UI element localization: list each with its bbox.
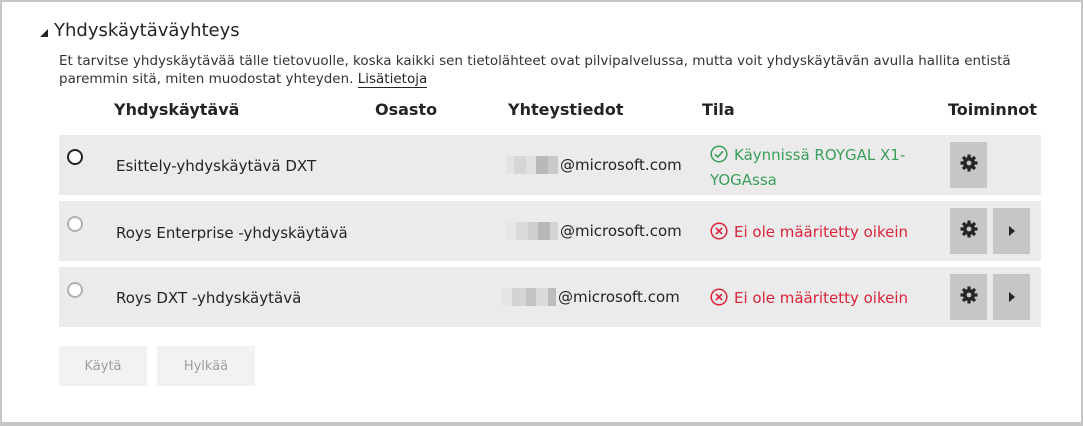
contact-info: @microsoft.com [506,222,682,240]
x-circle-icon [710,222,728,246]
gear-icon [959,153,979,177]
gateway-connection-panel: Yhdyskäytäväyhteys Et tarvitse yhdyskäyt… [0,0,1083,426]
radio-icon[interactable] [67,282,83,298]
gateway-row[interactable]: Roys DXT -yhdyskäytävä @microsoft.com Ei… [59,267,1041,327]
column-header-status: Tila [702,100,735,119]
column-header-gateway: Yhdyskäytävä [114,100,240,119]
gear-icon [959,285,979,309]
column-header-contact: Yhteystiedot [508,100,624,119]
x-circle-icon [710,288,728,312]
contact-domain: @microsoft.com [558,288,680,306]
settings-button[interactable] [950,208,987,254]
radio-icon[interactable] [67,149,83,165]
expand-button[interactable] [993,274,1030,320]
contact-info: @microsoft.com [506,156,682,174]
gear-icon [959,219,979,243]
contact-domain: @microsoft.com [560,222,682,240]
apply-button[interactable]: Käytä [59,346,147,386]
caret-down-icon[interactable] [40,28,48,37]
gateway-row[interactable]: Roys Enterprise -yhdyskäytävä @microsoft… [59,201,1041,261]
settings-button[interactable] [950,274,987,320]
section-description: Et tarvitse yhdyskäytävää tälle tietovuo… [59,52,1039,88]
status-text-line1: Ei ole määritetty oikein [734,289,909,307]
description-text: Et tarvitse yhdyskäytävää tälle tietovuo… [59,53,1011,87]
redacted-email [502,288,556,306]
section-title: Yhdyskäytäväyhteys [54,20,240,41]
expand-button[interactable] [993,208,1030,254]
learn-more-link[interactable]: Lisätietoja [357,71,428,88]
column-header-actions: Toiminnot [948,100,1037,119]
gateway-name: Esittely-yhdyskäytävä DXT [116,157,317,175]
gateway-name: Roys Enterprise -yhdyskäytävä [116,224,348,242]
contact-domain: @microsoft.com [560,156,682,174]
gateway-name: Roys DXT -yhdyskäytävä [116,289,302,307]
discard-button[interactable]: Hylkää [157,346,255,386]
gateway-row[interactable]: Esittely-yhdyskäytävä DXT @microsoft.com… [59,135,1041,195]
chevron-right-icon [1007,288,1017,307]
chevron-right-icon [1007,222,1017,241]
status-error: Ei ole määritetty oikein [710,287,930,312]
status-text-line1: Ei ole määritetty oikein [734,223,909,241]
settings-button[interactable] [950,142,987,188]
radio-icon[interactable] [67,216,83,232]
status-text-line2: YOGAssa [710,171,777,189]
column-header-department: Osasto [375,100,438,119]
status-text-line1: Käynnissä ROYGAL X1- [734,146,906,164]
redacted-email [506,222,558,240]
status-error: Ei ole määritetty oikein [710,221,930,246]
check-circle-icon [710,145,728,169]
section-header[interactable]: Yhdyskäytäväyhteys [40,20,240,41]
contact-info: @microsoft.com [502,288,680,306]
redacted-email [506,156,558,174]
status-ok: Käynnissä ROYGAL X1- YOGAssa [710,144,930,191]
